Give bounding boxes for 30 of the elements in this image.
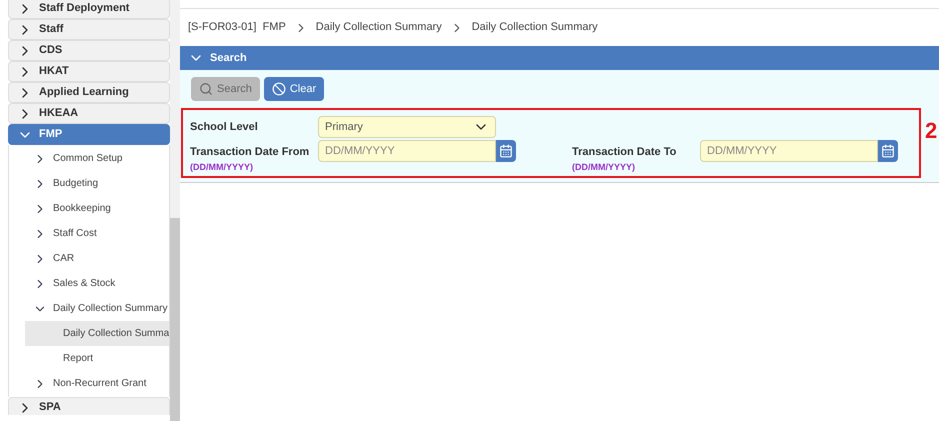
field-label: Transaction Date From	[190, 145, 310, 160]
calendar-button[interactable]	[496, 140, 516, 162]
search-icon	[199, 82, 213, 96]
sidebar-header[interactable]: HKAT	[8, 61, 170, 82]
date-field[interactable]: DD/MM/YYYY	[318, 140, 496, 162]
school-level-dropdown[interactable]: Primary	[318, 116, 496, 138]
sidebar-subitem[interactable]: Daily Collection Summa	[25, 321, 169, 346]
date-format-hint: (DD/MM/YYYY)	[572, 160, 636, 174]
search-panel-header[interactable]: Search	[180, 46, 939, 70]
breadcrumb-item[interactable]: Daily Collection Summary	[316, 19, 442, 36]
clear-button[interactable]: Clear	[264, 77, 324, 101]
sidebar-header[interactable]: HKEAA	[8, 103, 170, 124]
breadcrumb-item[interactable]: Daily Collection Summary	[472, 19, 598, 36]
sidebar-header[interactable]: SPA	[8, 397, 170, 415]
date-format-hint: (DD/MM/YYYY)	[190, 160, 254, 174]
scrollbar[interactable]	[170, 0, 180, 421]
field-label: Transaction Date To	[572, 145, 678, 160]
calendar-button[interactable]	[878, 140, 898, 162]
sidebar-header[interactable]: Staff Deployment	[8, 0, 170, 19]
sidebar-header[interactable]: CDS	[8, 40, 170, 61]
sidebar-header[interactable]: Staff	[8, 19, 170, 40]
annotation-number: 2	[925, 120, 938, 142]
sidebar-header[interactable]: Applied Learning	[8, 82, 170, 103]
breadcrumb-item: [S-FOR03-01] FMP	[188, 20, 286, 36]
sidebar-header[interactable]: FMP	[8, 124, 170, 145]
field-label: School Level	[190, 120, 259, 135]
date-field[interactable]: DD/MM/YYYY	[700, 140, 878, 162]
prohibited-icon	[272, 82, 286, 96]
calendar-icon	[499, 144, 513, 158]
calendar-icon	[881, 144, 895, 158]
